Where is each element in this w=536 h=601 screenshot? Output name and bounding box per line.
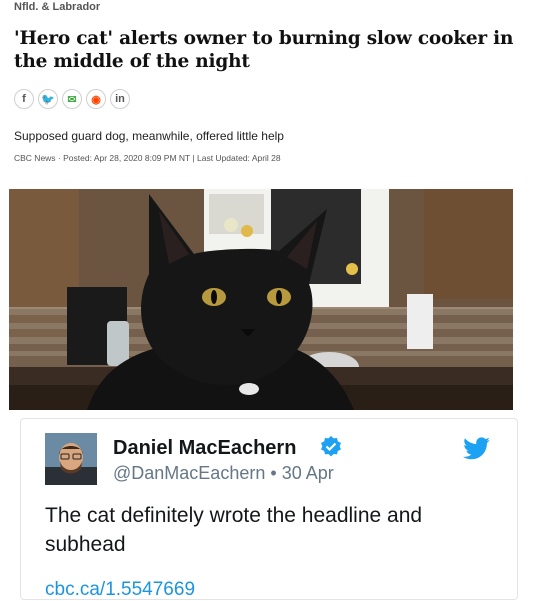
tweet-separator: • xyxy=(270,463,277,483)
avatar[interactable] xyxy=(45,433,97,485)
twitter-bird-icon[interactable] xyxy=(463,437,491,461)
tweet-handle[interactable]: @DanMacEachern xyxy=(113,463,265,483)
tweet-text: The cat definitely wrote the headline an… xyxy=(45,504,423,556)
email-icon[interactable]: ✉ xyxy=(62,89,82,109)
article-photo xyxy=(9,189,513,410)
region-label[interactable]: Nfld. & Labrador xyxy=(14,1,516,13)
article-subhead: Supposed guard dog, meanwhile, offered l… xyxy=(14,129,284,143)
tweet-date[interactable]: 30 Apr xyxy=(282,463,334,483)
avatar-image xyxy=(45,433,97,485)
twitter-icon[interactable]: 🐦 xyxy=(38,89,58,109)
article-meta: CBC News · Posted: Apr 28, 2020 8:09 PM … xyxy=(14,153,281,163)
embedded-tweet[interactable]: Daniel MacEachern @DanMacEachern • 30 Ap… xyxy=(20,418,518,600)
verified-badge-icon xyxy=(319,435,343,459)
tweet-handle-line: @DanMacEachern • 30 Apr xyxy=(113,463,334,484)
tweet-link[interactable]: cbc.ca/1.5547669 xyxy=(45,579,195,601)
facebook-icon[interactable]: f xyxy=(14,89,34,109)
linkedin-icon[interactable]: in xyxy=(110,89,130,109)
cat-photo-illustration xyxy=(9,189,513,410)
reddit-icon[interactable]: ◉ xyxy=(86,89,106,109)
article-headline: 'Hero cat' alerts owner to burning slow … xyxy=(14,28,514,72)
tweet-author-name[interactable]: Daniel MacEachern xyxy=(113,437,296,460)
share-buttons: f 🐦 ✉ ◉ in xyxy=(14,89,516,109)
